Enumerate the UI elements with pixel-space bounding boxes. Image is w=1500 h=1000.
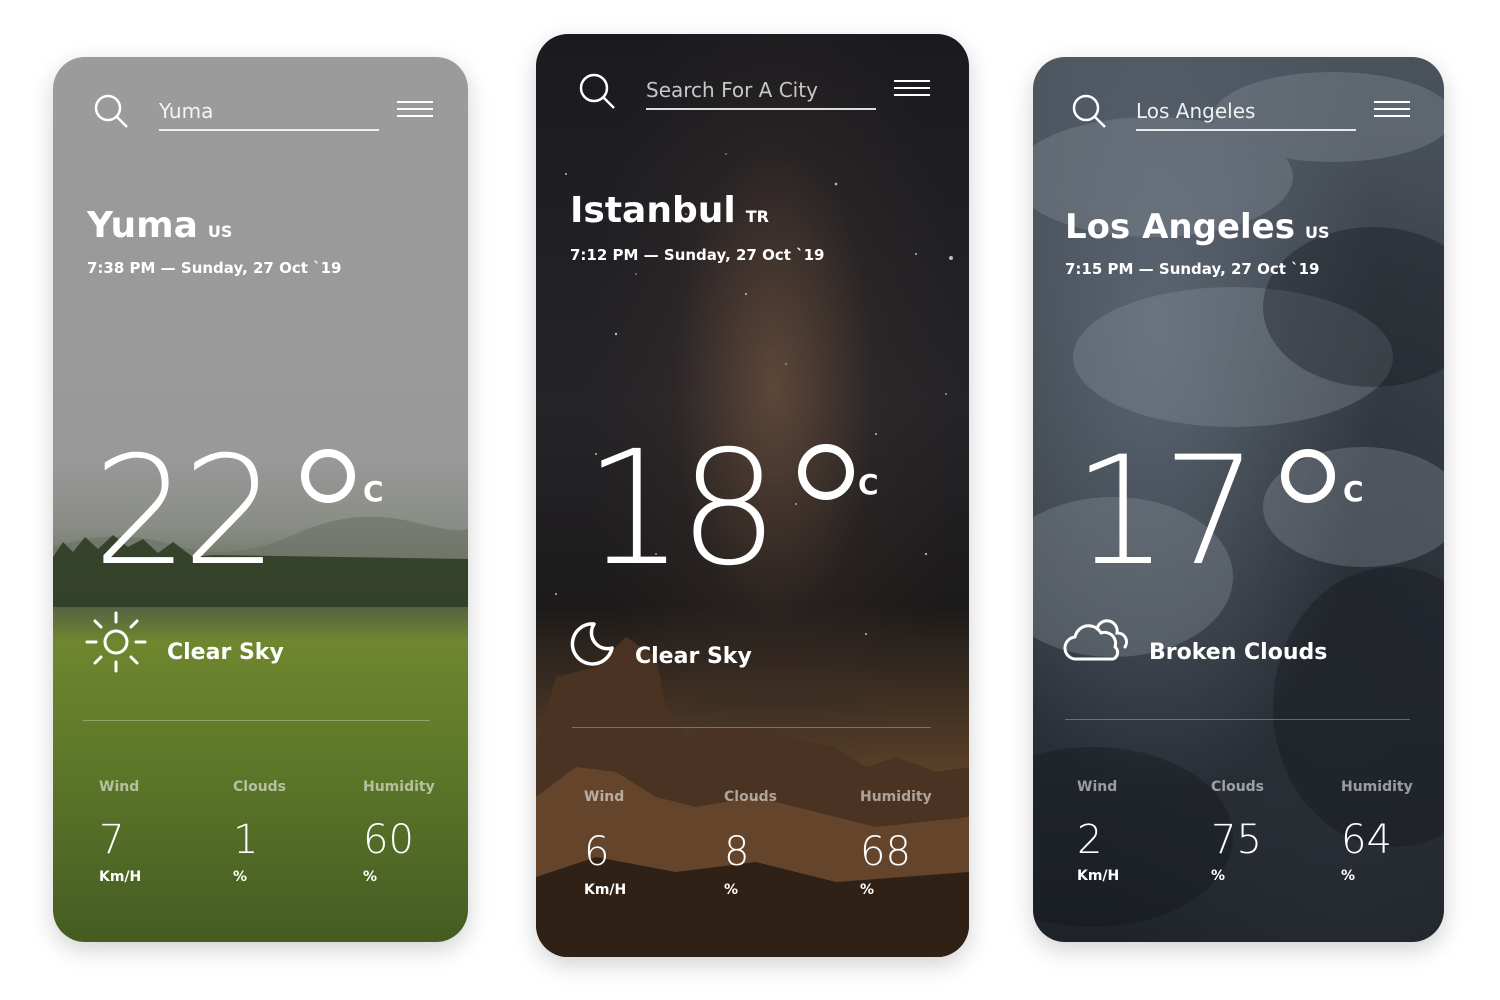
humidity-value: 60 bbox=[363, 817, 414, 863]
wind-unit: Km/H bbox=[584, 882, 627, 898]
city-name: Istanbul TR bbox=[570, 190, 769, 231]
divider bbox=[1065, 719, 1410, 720]
humidity-value: 64 bbox=[1341, 817, 1392, 863]
divider bbox=[83, 720, 430, 721]
humidity-label: Humidity bbox=[1341, 779, 1413, 795]
city-label: Los Angeles bbox=[1065, 207, 1295, 247]
clouds-unit: % bbox=[233, 869, 248, 885]
humidity-unit: % bbox=[363, 869, 378, 885]
sun-icon bbox=[85, 611, 147, 673]
humidity-label: Humidity bbox=[860, 789, 932, 805]
wind-unit: Km/H bbox=[99, 869, 142, 885]
wind-label: Wind bbox=[584, 789, 625, 805]
city-label: Yuma bbox=[87, 205, 198, 246]
weather-card-istanbul: Search For A City Istanbul TR 7:12 PM — S… bbox=[536, 34, 969, 957]
search-input[interactable]: Search For A City bbox=[646, 78, 818, 102]
date-time: 7:12 PM — Sunday, 27 Oct `19 bbox=[570, 246, 825, 264]
temperature-value: 17 bbox=[1073, 425, 1258, 599]
city-label: Istanbul bbox=[570, 190, 736, 231]
clouds-value: 8 bbox=[724, 829, 750, 875]
wind-value: 6 bbox=[584, 829, 610, 875]
moon-icon bbox=[570, 622, 614, 666]
clouds-label: Clouds bbox=[1211, 779, 1265, 795]
search-icon[interactable] bbox=[578, 72, 616, 110]
search-input[interactable]: Los Angeles bbox=[1136, 99, 1255, 123]
cloud-icon bbox=[1063, 619, 1129, 661]
city-name: Los Angeles US bbox=[1065, 207, 1329, 247]
search-underline bbox=[1136, 129, 1356, 131]
temperature-unit: C bbox=[363, 475, 384, 508]
degree-symbol bbox=[1281, 449, 1335, 503]
condition-label: Clear Sky bbox=[635, 644, 752, 669]
degree-symbol bbox=[798, 444, 854, 500]
humidity-unit: % bbox=[1341, 868, 1356, 884]
wind-label: Wind bbox=[1077, 779, 1118, 795]
top-bar: Los Angeles bbox=[1033, 57, 1444, 147]
search-underline bbox=[646, 108, 876, 110]
wind-value: 2 bbox=[1077, 817, 1103, 863]
clouds-label: Clouds bbox=[724, 789, 778, 805]
degree-symbol bbox=[301, 449, 355, 503]
country-code: US bbox=[207, 222, 233, 241]
humidity-unit: % bbox=[860, 882, 875, 898]
search-input[interactable]: Yuma bbox=[159, 99, 213, 123]
condition-label: Clear Sky bbox=[167, 640, 284, 665]
weather-card-yuma: Yuma Yuma US 7:38 PM — Sunday, 27 Oct `19… bbox=[53, 57, 468, 942]
top-bar: Yuma bbox=[53, 57, 468, 147]
menu-icon[interactable] bbox=[1374, 101, 1410, 123]
temperature-value: 18 bbox=[584, 417, 779, 601]
city-name: Yuma US bbox=[87, 205, 232, 246]
temperature-value: 22 bbox=[93, 425, 278, 599]
humidity-label: Humidity bbox=[363, 779, 435, 795]
clouds-label: Clouds bbox=[233, 779, 287, 795]
clouds-unit: % bbox=[1211, 868, 1226, 884]
wind-unit: Km/H bbox=[1077, 868, 1120, 884]
top-bar: Search For A City bbox=[536, 34, 969, 124]
wind-label: Wind bbox=[99, 779, 140, 795]
condition-label: Broken Clouds bbox=[1149, 640, 1328, 665]
search-underline bbox=[159, 129, 379, 131]
date-time: 7:38 PM — Sunday, 27 Oct `19 bbox=[87, 259, 342, 277]
country-code: US bbox=[1304, 223, 1330, 242]
clouds-value: 75 bbox=[1211, 817, 1262, 863]
temperature-unit: C bbox=[858, 468, 879, 501]
weather-card-los-angeles: Los Angeles Los Angeles US 7:15 PM — Sund… bbox=[1033, 57, 1444, 942]
humidity-value: 68 bbox=[860, 829, 911, 875]
temperature-unit: C bbox=[1343, 475, 1364, 508]
divider bbox=[572, 727, 931, 728]
menu-icon[interactable] bbox=[397, 101, 433, 123]
country-code: TR bbox=[745, 207, 769, 226]
search-icon[interactable] bbox=[1071, 93, 1107, 129]
wind-value: 7 bbox=[99, 817, 125, 863]
clouds-value: 1 bbox=[233, 817, 259, 863]
search-icon[interactable] bbox=[93, 93, 129, 129]
clouds-unit: % bbox=[724, 882, 739, 898]
menu-icon[interactable] bbox=[894, 80, 930, 102]
date-time: 7:15 PM — Sunday, 27 Oct `19 bbox=[1065, 260, 1320, 278]
